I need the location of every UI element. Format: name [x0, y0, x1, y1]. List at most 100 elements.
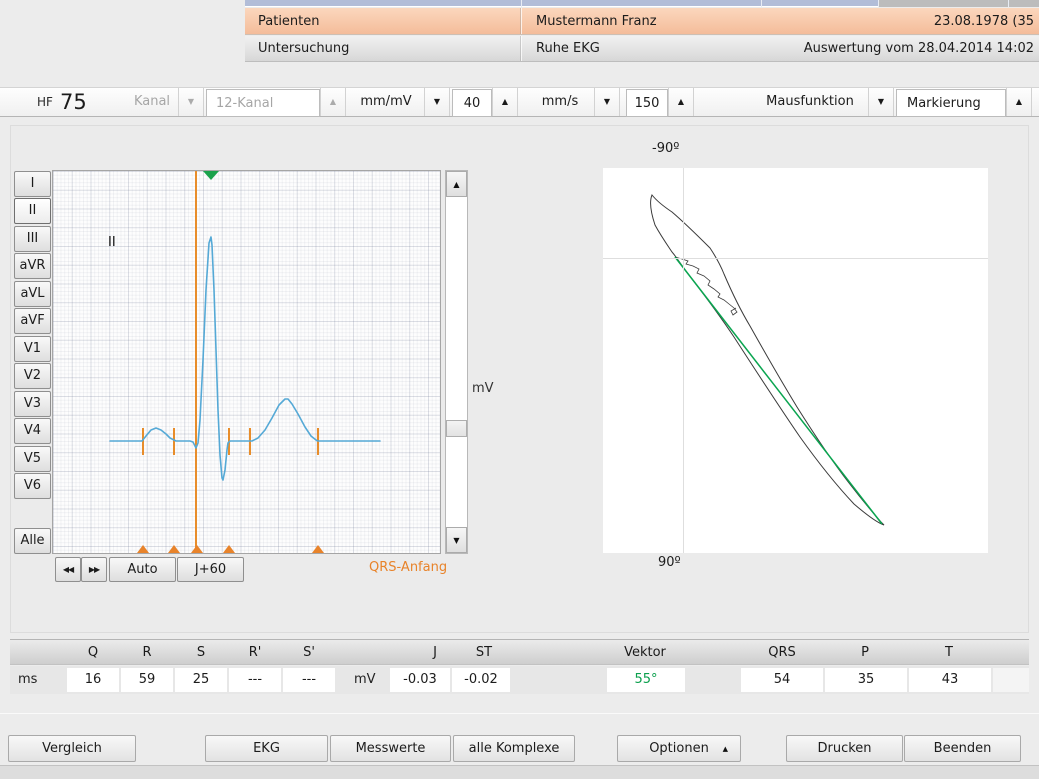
lead-button-V5[interactable]: V5: [14, 446, 51, 472]
lead-button-alle[interactable]: Alle: [14, 528, 51, 554]
lead-button-V1[interactable]: V1: [14, 336, 51, 362]
y-axis-unit-label: mV: [472, 381, 494, 396]
kanal-value-box[interactable]: 12-Kanal: [206, 89, 320, 117]
header-strip-gray: [878, 0, 1039, 7]
next-beat-button[interactable]: ▶▶: [81, 557, 107, 582]
exam-date: Auswertung vom 28.04.2014 14:02: [804, 36, 1034, 62]
gain-chevron-down-icon[interactable]: ▼: [424, 88, 450, 116]
drucken-button[interactable]: Drucken: [786, 735, 903, 762]
value-r2: ---: [229, 668, 281, 692]
bottom-strip: [0, 765, 1039, 779]
optionen-button-label: Optionen: [649, 741, 709, 756]
speed-chevron-up-icon[interactable]: ▲: [668, 88, 694, 116]
col-s2: S': [279, 640, 339, 666]
patient-row[interactable]: Patienten Mustermann Franz 23.08.1978 (3…: [245, 8, 1039, 35]
ecg-chart[interactable]: II: [52, 170, 441, 554]
value-s2: ---: [283, 668, 335, 692]
lead-button-V3[interactable]: V3: [14, 391, 51, 417]
chart-lead-label: II: [108, 235, 116, 250]
vector-loop-panel[interactable]: [603, 168, 988, 553]
kanal-chevron-up-icon[interactable]: ▲: [320, 88, 346, 116]
col-r2: R': [225, 640, 285, 666]
lead-button-V6[interactable]: V6: [14, 473, 51, 499]
vergleich-button[interactable]: Vergleich: [8, 735, 136, 762]
beat-marker-icon[interactable]: [168, 545, 180, 553]
menu-up-icon: ▲: [723, 737, 728, 762]
measurement-header-row: Q R S R' S' J ST Vektor QRS P T: [10, 639, 1029, 665]
value-j: -0.03: [390, 668, 450, 692]
lead-button-V2[interactable]: V2: [14, 363, 51, 389]
hf-label: HF: [34, 88, 56, 116]
ms-unit-label: ms: [18, 668, 37, 692]
col-r: R: [117, 640, 177, 666]
value-q: 16: [67, 668, 119, 692]
alle-komplexe-button[interactable]: alle Komplexe: [453, 735, 575, 762]
ekg-button[interactable]: EKG: [205, 735, 328, 762]
lead-button-aVL[interactable]: aVL: [14, 281, 51, 307]
col-s: S: [171, 640, 231, 666]
patient-header: Patienten Mustermann Franz 23.08.1978 (3…: [245, 0, 1039, 63]
scroll-up-icon[interactable]: ▲: [446, 171, 467, 197]
trigger-marker-icon[interactable]: [203, 171, 219, 180]
lead-button-aVF[interactable]: aVF: [14, 308, 51, 334]
gain-label: mm/mV: [350, 88, 422, 116]
vector-crosshair-horizontal: [603, 258, 988, 259]
speed-chevron-down-icon[interactable]: ▼: [594, 88, 620, 116]
ecg-vertical-scrollbar[interactable]: ▲ ▼: [445, 170, 468, 554]
lead-button-I[interactable]: I: [14, 171, 51, 197]
mouse-function-chevron-down-icon[interactable]: ▼: [868, 88, 894, 116]
separator: [0, 713, 1039, 714]
mouse-function-chevron-up-icon[interactable]: ▲: [1006, 88, 1032, 116]
speed-value-box[interactable]: 150: [626, 89, 668, 117]
vector-axis-bottom-label: 90º: [658, 555, 681, 570]
gain-value-box[interactable]: 40: [452, 89, 492, 117]
kanal-chevron-down-icon[interactable]: ▼: [178, 88, 204, 116]
value-st: -0.02: [452, 668, 510, 692]
scroll-down-icon[interactable]: ▼: [446, 527, 467, 553]
col-p: P: [835, 640, 895, 666]
vector-crosshair-vertical: [683, 168, 684, 553]
lead-button-V4[interactable]: V4: [14, 418, 51, 444]
vector-axis-top-label: -90º: [652, 141, 679, 156]
col-qrs: QRS: [752, 640, 812, 666]
scroll-thumb[interactable]: [446, 420, 467, 437]
previous-beat-button[interactable]: ◀◀: [55, 557, 81, 582]
measurement-value-row: ms 16 59 25 --- --- mV -0.03 -0.02 55° 5…: [10, 666, 1029, 694]
value-s: 25: [175, 668, 227, 692]
gain-chevron-up-icon[interactable]: ▲: [492, 88, 518, 116]
vector-loop: [603, 168, 988, 553]
exam-type: Ruhe EKG: [536, 36, 600, 62]
value-vektor: 55°: [607, 668, 685, 692]
lead-button-aVR[interactable]: aVR: [14, 253, 51, 279]
mouse-function-value-box[interactable]: Markierung: [896, 89, 1006, 117]
kanal-label: Kanal: [126, 88, 178, 116]
value-qrs: 54: [741, 668, 823, 692]
mouse-function-label: Mausfunktion: [756, 88, 864, 116]
hf-value: 75: [56, 88, 96, 116]
lead-button-II[interactable]: II: [14, 198, 51, 224]
beenden-button[interactable]: Beenden: [904, 735, 1021, 762]
beat-marker-icon[interactable]: [191, 545, 203, 553]
patient-birthdate: 23.08.1978 (35: [934, 8, 1034, 35]
exam-row-label: Untersuchung: [258, 36, 349, 62]
optionen-button[interactable]: Optionen ▲: [617, 735, 741, 762]
value-p: 35: [825, 668, 907, 692]
beat-marker-icon[interactable]: [223, 545, 235, 553]
col-st: ST: [454, 640, 514, 666]
speed-label: mm/s: [530, 88, 590, 116]
messwerte-button[interactable]: Messwerte: [330, 735, 451, 762]
beat-marker-icon[interactable]: [312, 545, 324, 553]
beat-marker-icon[interactable]: [137, 545, 149, 553]
mv-unit-label: mV: [354, 668, 376, 692]
j60-button[interactable]: J+60: [177, 557, 244, 582]
value-r: 59: [121, 668, 173, 692]
cursor-mode-label: QRS-Anfang: [369, 560, 447, 575]
col-q: Q: [63, 640, 123, 666]
col-t: T: [919, 640, 979, 666]
value-t: 43: [909, 668, 991, 692]
exam-row[interactable]: Untersuchung Ruhe EKG Auswertung vom 28.…: [245, 36, 1039, 62]
lead-button-III[interactable]: III: [14, 226, 51, 252]
header-scrolled-row-strip: [245, 0, 1039, 7]
auto-button[interactable]: Auto: [109, 557, 176, 582]
patient-name: Mustermann Franz: [536, 8, 657, 35]
